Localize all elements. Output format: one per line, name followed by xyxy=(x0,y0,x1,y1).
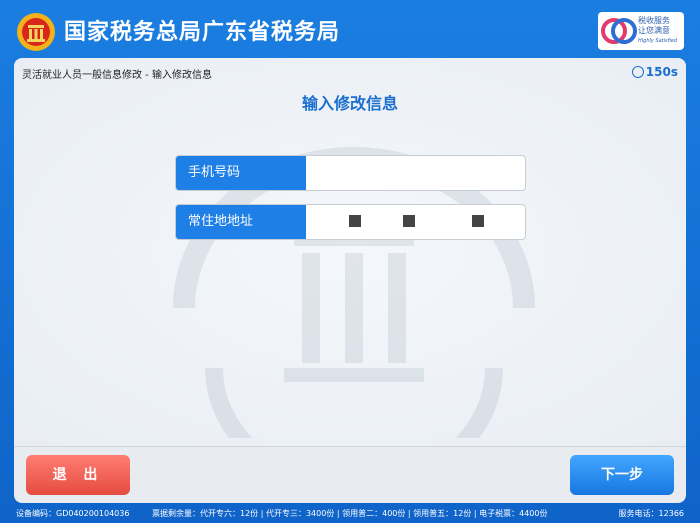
mask-block xyxy=(349,215,361,227)
exit-button[interactable]: 退 出 xyxy=(26,455,130,495)
page-title: 输入修改信息 xyxy=(301,94,398,113)
timer-value: 150s xyxy=(645,65,678,79)
organization-title: 国家税务总局广东省税务局 xyxy=(64,20,341,45)
ticket-quota: 票据剩余量：代开专六：12份 | 代开专三：3400份 | 领用普二：400份 … xyxy=(152,509,548,518)
mask-block xyxy=(472,215,484,227)
clock-icon xyxy=(631,66,644,78)
slogan-text: 税收服务 让您满意 xyxy=(638,16,670,36)
slogan-logo-icon xyxy=(601,18,637,44)
address-label: 常住地地址 xyxy=(176,205,306,239)
phone-input[interactable] xyxy=(306,156,525,190)
tax-emblem-icon xyxy=(17,13,55,51)
breadcrumb: 灵活就业人员一般信息修改 - 输入修改信息 xyxy=(22,70,212,81)
service-phone: 服务电话：12366 xyxy=(618,509,684,518)
slogan-line-1: 税收服务 xyxy=(638,16,670,25)
slogan-logo: 税收服务 让您满意 Highly Satisfied xyxy=(598,12,684,50)
footer-bar: 退 出 下一步 xyxy=(14,446,686,503)
phone-field: 手机号码 xyxy=(175,155,526,191)
status-bar: 设备编码：GD040200104036 票据剩余量：代开专六：12份 | 代开专… xyxy=(0,504,700,523)
address-field: 常住地地址 xyxy=(175,204,526,240)
next-button[interactable]: 下一步 xyxy=(570,455,674,495)
device-code: 设备编码：GD040200104036 xyxy=(16,509,130,518)
slogan-en: Highly Satisfied xyxy=(638,38,678,44)
mask-block xyxy=(403,215,415,227)
address-masked-value[interactable] xyxy=(306,205,525,239)
slogan-line-2: 让您满意 xyxy=(638,26,670,35)
main-panel: 灵活就业人员一般信息修改 - 输入修改信息 150s 输入修改信息 手机号码 常… xyxy=(14,58,686,446)
top-bar: 国家税务总局广东省税务局 税收服务 让您满意 Highly Satisfied xyxy=(0,0,700,58)
phone-label: 手机号码 xyxy=(176,156,306,190)
countdown-timer: 150s xyxy=(631,65,678,79)
